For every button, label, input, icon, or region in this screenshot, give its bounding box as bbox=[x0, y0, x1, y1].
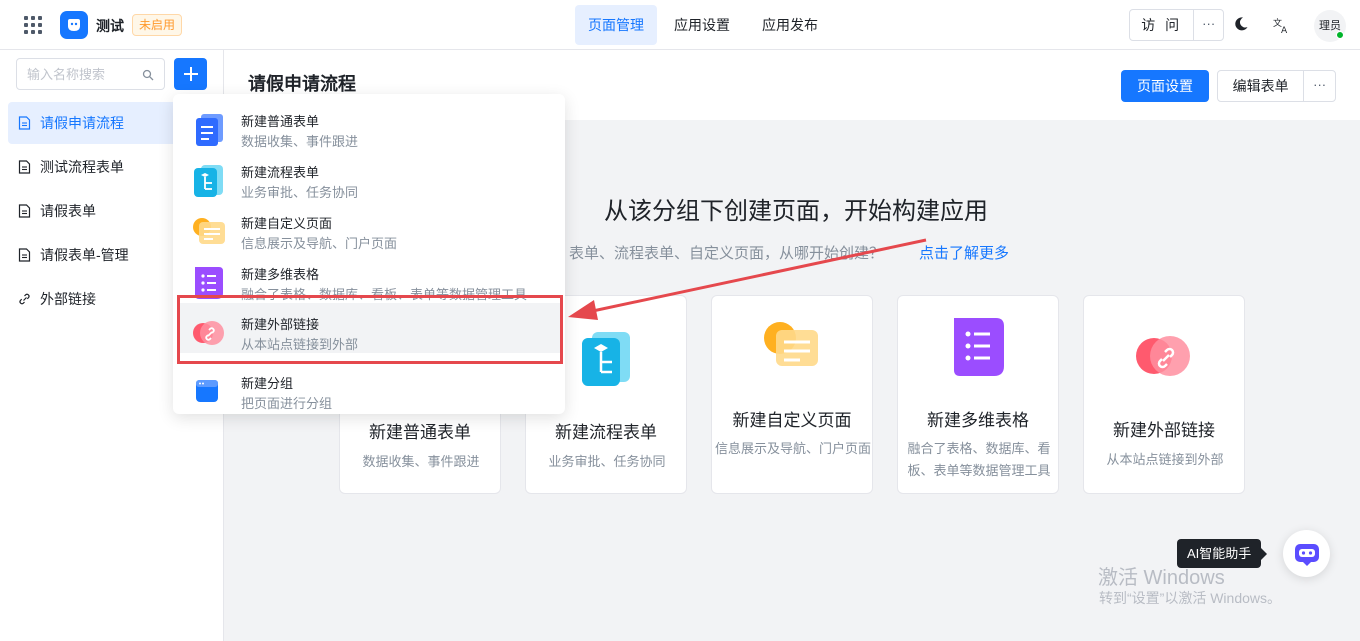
visit-button[interactable]: 访 问 bbox=[1130, 10, 1193, 40]
moon-icon[interactable] bbox=[1233, 16, 1249, 32]
search-icon bbox=[142, 69, 154, 81]
edit-form-button-group: 编辑表单 ··· bbox=[1217, 70, 1336, 102]
menu-item-title: 新建普通表单 bbox=[241, 114, 320, 129]
new-page-menu: 新建普通表单 数据收集、事件跟进 新建流程表单 业务审批、任务协同 新建自定义页… bbox=[173, 94, 565, 414]
search-input[interactable] bbox=[27, 65, 137, 83]
app-logo-icon bbox=[60, 11, 88, 39]
add-page-button[interactable] bbox=[174, 58, 207, 90]
page-settings-button[interactable]: 页面设置 bbox=[1121, 70, 1209, 102]
translate-icon[interactable]: 文A bbox=[1272, 16, 1290, 34]
menu-item-new-process-form[interactable]: 新建流程表单 业务审批、任务协同 bbox=[173, 151, 565, 201]
windows-activation-title: 激活 Windows bbox=[1098, 567, 1225, 589]
tab-app-publish[interactable]: 应用发布 bbox=[749, 5, 831, 45]
card-desc: 融合了表格、数据库、看板、表单等数据管理工具 bbox=[907, 441, 1051, 478]
app-grid-icon[interactable] bbox=[24, 16, 42, 34]
menu-item-desc: 业务审批、任务协同 bbox=[241, 185, 359, 200]
card-title: 新建普通表单 bbox=[369, 423, 471, 442]
menu-item-new-custom-page[interactable]: 新建自定义页面 信息展示及导航、门户页面 bbox=[173, 202, 565, 252]
menu-item-new-group[interactable]: 新建分组 把页面进行分组 bbox=[173, 362, 565, 412]
link-icon bbox=[19, 293, 30, 305]
visit-button-group: 访 问 ··· bbox=[1129, 9, 1224, 41]
online-status-dot bbox=[1336, 31, 1344, 39]
edit-form-button[interactable]: 编辑表单 bbox=[1218, 71, 1303, 101]
page-title: 请假申请流程 bbox=[248, 74, 356, 94]
app-name: 测试 bbox=[96, 18, 124, 34]
menu-item-desc: 信息展示及导航、门户页面 bbox=[241, 236, 398, 251]
custom-page-icon bbox=[764, 322, 818, 366]
empty-state-subtitle: 表单、流程表单、自定义页面，从哪开始创建？ bbox=[569, 245, 885, 262]
process-form-icon bbox=[194, 165, 223, 197]
card-desc: 业务审批、任务协同 bbox=[548, 454, 666, 469]
process-form-icon bbox=[582, 332, 630, 386]
visit-more-button[interactable]: ··· bbox=[1193, 10, 1223, 40]
sidebar-item-label: 测试流程表单 bbox=[40, 159, 124, 175]
card-title: 新建流程表单 bbox=[555, 423, 657, 442]
menu-item-title: 新建多维表格 bbox=[241, 267, 320, 282]
tab-page-management[interactable]: 页面管理 bbox=[575, 5, 657, 45]
card-desc: 从本站点链接到外部 bbox=[1106, 452, 1224, 467]
card-title: 新建多维表格 bbox=[927, 411, 1029, 430]
card-new-custom-page[interactable]: 新建自定义页面 信息展示及导航、门户页面 bbox=[711, 295, 873, 494]
menu-item-title: 新建流程表单 bbox=[241, 165, 320, 180]
external-link-icon bbox=[1136, 336, 1190, 376]
status-badge: 未启用 bbox=[132, 14, 183, 36]
document-icon bbox=[18, 116, 31, 130]
card-title: 新建自定义页面 bbox=[732, 411, 852, 430]
menu-item-desc: 把页面进行分组 bbox=[241, 396, 333, 411]
document-icon bbox=[18, 160, 31, 174]
sidebar-item-label: 请假表单-管理 bbox=[40, 247, 129, 263]
sidebar-item-label: 请假申请流程 bbox=[40, 115, 124, 131]
menu-item-desc: 数据收集、事件跟进 bbox=[241, 134, 359, 149]
sidebar-item-label: 外部链接 bbox=[40, 291, 96, 307]
group-icon bbox=[196, 380, 218, 402]
menu-item-title: 新建分组 bbox=[241, 376, 294, 391]
card-desc: 信息展示及导航、门户页面 bbox=[714, 441, 871, 456]
menu-item-new-form[interactable]: 新建普通表单 数据收集、事件跟进 bbox=[173, 100, 565, 150]
menu-item-title: 新建自定义页面 bbox=[241, 216, 333, 231]
ai-assistant-button[interactable] bbox=[1283, 530, 1330, 577]
plus-icon bbox=[183, 67, 198, 81]
card-new-multidim-table[interactable]: 新建多维表格 融合了表格、数据库、看板、表单等数据管理工具 bbox=[897, 295, 1059, 494]
svg-text:A: A bbox=[1281, 26, 1288, 34]
document-icon bbox=[18, 248, 31, 262]
multidim-table-icon bbox=[954, 318, 1004, 376]
tab-app-settings[interactable]: 应用设置 bbox=[661, 5, 743, 45]
robot-icon bbox=[1294, 543, 1319, 566]
card-new-external-link[interactable]: 新建外部链接 从本站点链接到外部 bbox=[1083, 295, 1245, 494]
custom-page-icon bbox=[193, 218, 225, 244]
learn-more-link[interactable]: 点击了解更多 bbox=[919, 242, 1009, 263]
form-icon bbox=[196, 114, 223, 146]
card-title: 新建外部链接 bbox=[1113, 421, 1215, 440]
card-desc: 数据收集、事件跟进 bbox=[362, 454, 480, 469]
highlight-box bbox=[177, 295, 563, 364]
sidebar-item-label: 请假表单 bbox=[40, 203, 96, 219]
top-bar: 测试 未启用 页面管理 应用设置 应用发布 访 问 ··· 文A 理员 bbox=[0, 0, 1360, 50]
search-box bbox=[16, 58, 165, 90]
more-options-button[interactable]: ··· bbox=[1303, 71, 1335, 101]
windows-activation-subtitle: 转到“设置”以激活 Windows。 bbox=[1099, 590, 1282, 606]
document-icon bbox=[18, 204, 31, 218]
